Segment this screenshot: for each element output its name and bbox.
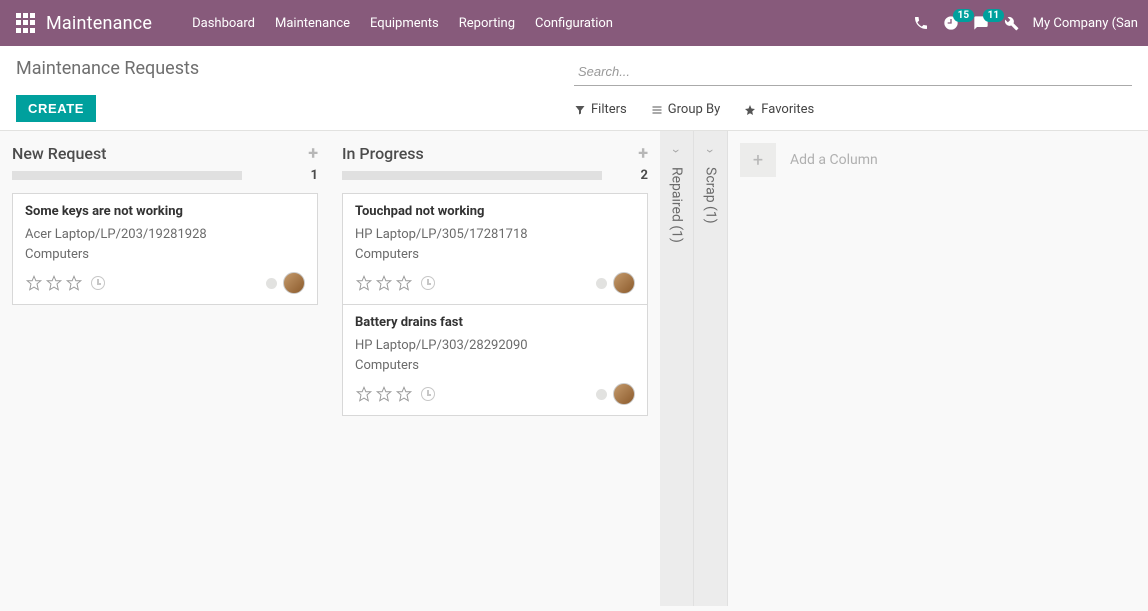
card-title: Some keys are not working (25, 204, 305, 219)
star-outline-icon (355, 385, 373, 403)
apps-icon[interactable] (16, 13, 36, 33)
search-input[interactable] (574, 58, 1132, 86)
star-outline-icon (395, 274, 413, 292)
card-category: Computers (25, 245, 305, 265)
state-dot[interactable] (266, 278, 277, 289)
discuss-icon[interactable]: 11 (973, 15, 989, 31)
groupby-label: Group By (668, 102, 721, 117)
add-column-plus-icon[interactable]: + (740, 143, 776, 177)
main-navbar: Maintenance Dashboard Maintenance Equipm… (0, 0, 1148, 46)
activity-icon[interactable]: 15 (943, 15, 959, 31)
folded-label: Repaired (1) (669, 167, 685, 243)
add-column-label[interactable]: Add a Column (790, 152, 878, 168)
column-count: 1 (311, 168, 318, 183)
star-outline-icon (65, 274, 83, 292)
kanban-card[interactable]: Some keys are not working Acer Laptop/LP… (12, 193, 318, 305)
add-column-area: + Add a Column (728, 131, 1028, 606)
list-icon (651, 104, 663, 116)
avatar[interactable] (283, 272, 305, 294)
progress-bar[interactable] (342, 171, 602, 180)
kanban-board: New Request + 1 Some keys are not workin… (0, 131, 1148, 606)
filters-label: Filters (591, 102, 627, 117)
folded-label: Scrap (1) (703, 167, 719, 224)
state-dot[interactable] (596, 278, 607, 289)
page-title: Maintenance Requests (16, 58, 574, 79)
clock-icon[interactable] (421, 276, 435, 290)
card-equipment: Acer Laptop/LP/203/19281928 (25, 225, 305, 245)
card-equipment: HP Laptop/LP/303/28292090 (355, 336, 635, 356)
quick-create-icon[interactable]: + (308, 143, 318, 164)
chevron-icon: › (703, 149, 719, 153)
card-equipment: HP Laptop/LP/305/17281718 (355, 225, 635, 245)
avatar[interactable] (613, 272, 635, 294)
priority-stars[interactable] (355, 274, 435, 292)
priority-stars[interactable] (355, 385, 435, 403)
folded-column-scrap[interactable]: › Scrap (1) (694, 131, 728, 606)
message-badge: 11 (983, 9, 1004, 22)
star-outline-icon (355, 274, 373, 292)
kanban-column-new-request: New Request + 1 Some keys are not workin… (0, 131, 330, 606)
folded-column-repaired[interactable]: › Repaired (1) (660, 131, 694, 606)
phone-icon[interactable] (913, 15, 929, 31)
menu-maintenance[interactable]: Maintenance (275, 16, 350, 31)
nav-menu: Dashboard Maintenance Equipments Reporti… (192, 16, 613, 31)
app-brand[interactable]: Maintenance (46, 13, 152, 34)
star-outline-icon (375, 385, 393, 403)
card-title: Battery drains fast (355, 315, 635, 330)
favorites-button[interactable]: Favorites (744, 102, 814, 117)
menu-dashboard[interactable]: Dashboard (192, 16, 255, 31)
menu-configuration[interactable]: Configuration (535, 16, 613, 31)
tools-icon[interactable] (1003, 15, 1019, 31)
star-outline-icon (395, 385, 413, 403)
clock-icon[interactable] (421, 387, 435, 401)
star-outline-icon (25, 274, 43, 292)
menu-equipments[interactable]: Equipments (370, 16, 439, 31)
funnel-icon (574, 104, 586, 116)
kanban-column-in-progress: In Progress + 2 Touchpad not working HP … (330, 131, 660, 606)
clock-icon[interactable] (91, 276, 105, 290)
favorites-label: Favorites (761, 102, 814, 117)
groupby-button[interactable]: Group By (651, 102, 721, 117)
quick-create-icon[interactable]: + (638, 143, 648, 164)
activity-badge: 15 (953, 9, 974, 22)
create-button[interactable]: CREATE (16, 95, 96, 122)
priority-stars[interactable] (25, 274, 105, 292)
progress-bar[interactable] (12, 171, 242, 180)
state-dot[interactable] (596, 389, 607, 400)
menu-reporting[interactable]: Reporting (459, 16, 515, 31)
kanban-card[interactable]: Battery drains fast HP Laptop/LP/303/282… (342, 304, 648, 416)
card-category: Computers (355, 356, 635, 376)
card-title: Touchpad not working (355, 204, 635, 219)
card-category: Computers (355, 245, 635, 265)
filters-button[interactable]: Filters (574, 102, 627, 117)
column-title[interactable]: In Progress (342, 144, 424, 163)
star-outline-icon (375, 274, 393, 292)
star-icon (744, 104, 756, 116)
company-selector[interactable]: My Company (San (1033, 16, 1138, 31)
control-panel: Maintenance Requests CREATE Filters Grou… (0, 46, 1148, 131)
avatar[interactable] (613, 383, 635, 405)
column-title[interactable]: New Request (12, 144, 107, 163)
kanban-card[interactable]: Touchpad not working HP Laptop/LP/305/17… (342, 193, 648, 305)
star-outline-icon (45, 274, 63, 292)
column-count: 2 (641, 168, 648, 183)
chevron-icon: › (669, 149, 685, 153)
